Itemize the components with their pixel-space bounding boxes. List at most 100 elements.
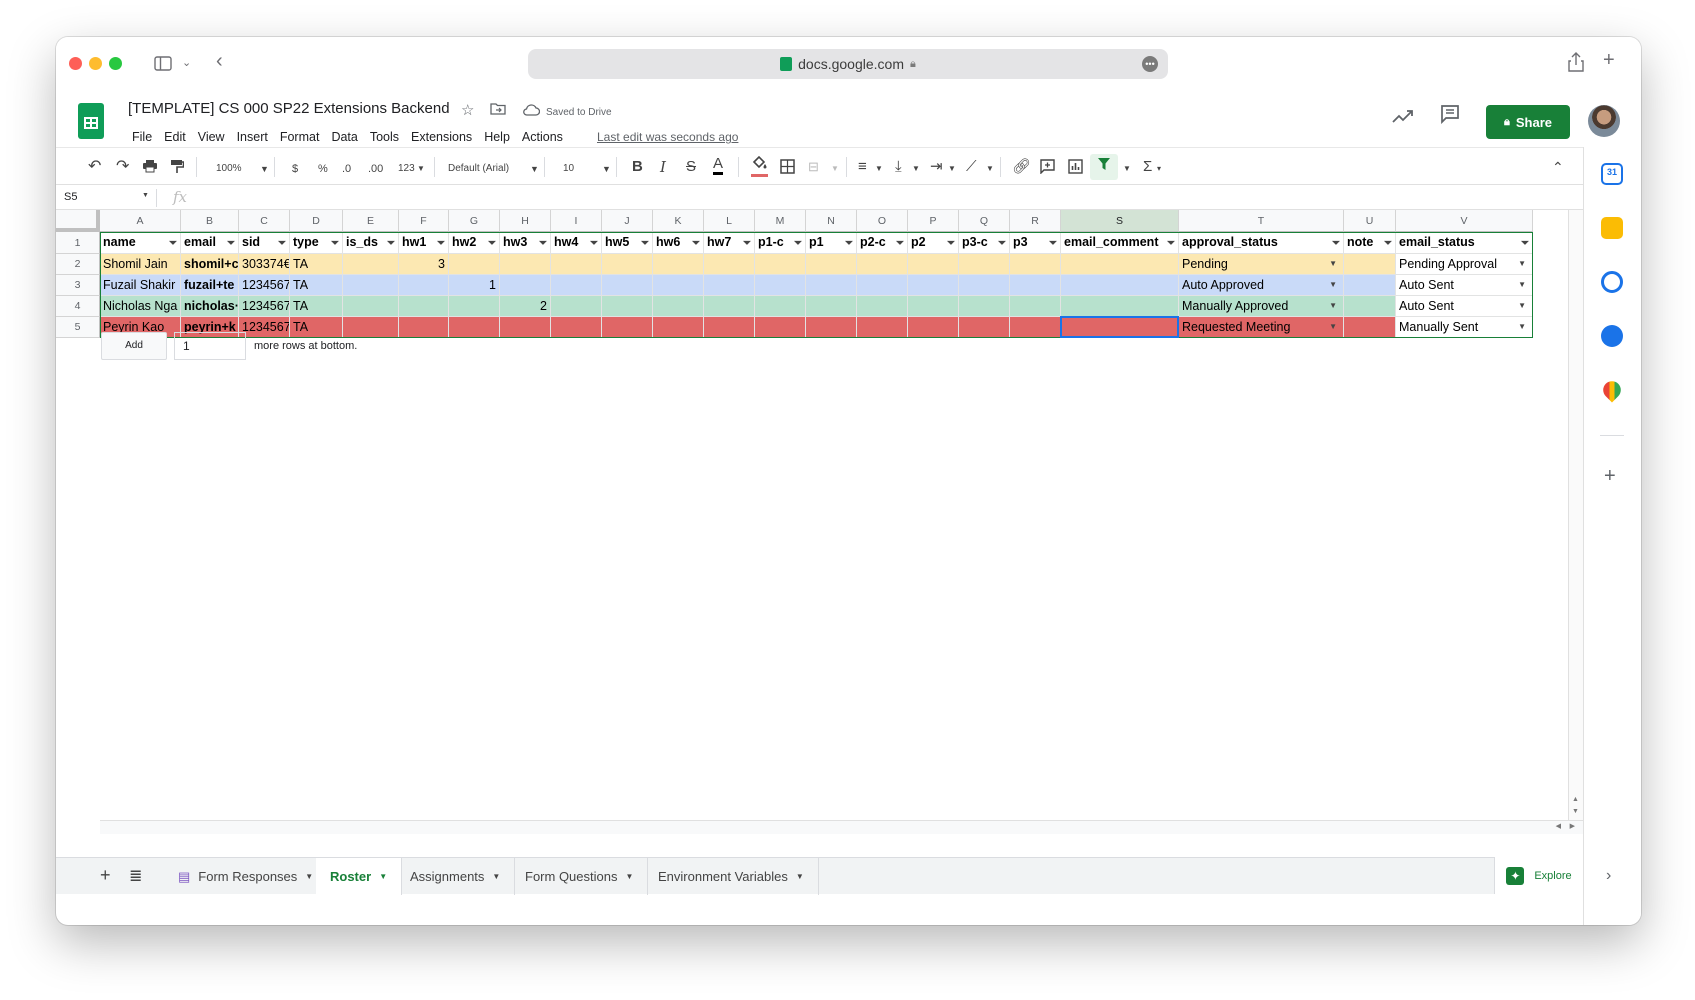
- cell-q4[interactable]: [959, 296, 1010, 317]
- menu-actions[interactable]: Actions: [516, 130, 569, 144]
- filter-icon[interactable]: ⏷: [169, 234, 177, 253]
- cell-p4[interactable]: [908, 296, 959, 317]
- tasks-icon[interactable]: [1601, 271, 1623, 293]
- move-folder-icon[interactable]: [490, 102, 506, 119]
- chevron-down-icon[interactable]: ▼: [831, 161, 839, 177]
- insert-chart-icon[interactable]: [1068, 159, 1083, 178]
- cell-i3[interactable]: [551, 275, 602, 296]
- fill-color-icon[interactable]: [751, 155, 768, 177]
- chevron-down-icon[interactable]: ▼: [530, 161, 539, 177]
- cell-t4[interactable]: Manually Approved ▼: [1179, 296, 1344, 317]
- chevron-down-icon[interactable]: ▼: [912, 161, 920, 177]
- header-cell-email-status[interactable]: email_status ⏷: [1396, 232, 1533, 254]
- header-cell-note[interactable]: note ⏷: [1344, 232, 1396, 254]
- cell-n5[interactable]: [806, 317, 857, 338]
- column-header-i[interactable]: I: [551, 210, 602, 232]
- horizontal-align-icon[interactable]: ≡: [858, 159, 867, 175]
- header-cell-email-comment[interactable]: email_comment ⏷: [1061, 232, 1179, 254]
- menu-data[interactable]: Data: [325, 130, 363, 144]
- filter-icon[interactable]: ⏷: [590, 234, 598, 253]
- cell-l5[interactable]: [704, 317, 755, 338]
- chevron-down-icon[interactable]: ▼: [1518, 254, 1526, 274]
- expand-panel-icon[interactable]: ›: [1606, 867, 1611, 885]
- column-header-f[interactable]: F: [399, 210, 449, 232]
- column-header-c[interactable]: C: [239, 210, 290, 232]
- chevron-down-icon[interactable]: ▼: [260, 161, 269, 177]
- explore-button[interactable]: ✦ Explore: [1494, 857, 1583, 894]
- zoom-select[interactable]: 100%: [216, 161, 242, 177]
- insert-link-icon[interactable]: 🔗︎: [1012, 159, 1031, 175]
- currency-format-button[interactable]: $: [292, 161, 298, 177]
- cell-s2[interactable]: [1061, 254, 1179, 275]
- chevron-down-icon[interactable]: ▾: [1157, 161, 1161, 177]
- insert-comment-icon[interactable]: [1040, 159, 1055, 178]
- filter-icon[interactable]: ⏷: [1332, 234, 1340, 253]
- chevron-down-icon[interactable]: ▼: [1329, 275, 1337, 295]
- cell-h2[interactable]: [500, 254, 551, 275]
- header-cell-email[interactable]: email ⏷: [181, 232, 239, 254]
- header-cell-p1-c[interactable]: p1-c ⏷: [755, 232, 806, 254]
- text-color-icon[interactable]: A: [713, 156, 724, 175]
- chevron-down-icon[interactable]: ▼: [875, 161, 883, 177]
- chevron-down-icon[interactable]: ▼: [796, 872, 804, 881]
- select-all-corner[interactable]: [56, 210, 100, 232]
- chevron-down-icon[interactable]: ▼: [142, 192, 149, 199]
- extension-icon[interactable]: •••: [1142, 56, 1158, 72]
- sheet-tab-form-responses[interactable]: ▤ Form Responses ▼: [164, 858, 329, 895]
- column-header-j[interactable]: J: [602, 210, 653, 232]
- italic-icon[interactable]: I: [660, 159, 666, 175]
- cell-c4[interactable]: 1234567: [239, 296, 290, 317]
- menu-view[interactable]: View: [192, 130, 231, 144]
- filter-icon[interactable]: ⏷: [641, 234, 649, 253]
- cell-l2[interactable]: [704, 254, 755, 275]
- strikethrough-icon[interactable]: S: [686, 159, 696, 175]
- cell-b4[interactable]: nicholas·: [181, 296, 239, 317]
- header-cell-hw3[interactable]: hw3 ⏷: [500, 232, 551, 254]
- cell-d2[interactable]: TA: [290, 254, 343, 275]
- header-cell-p3-c[interactable]: p3-c ⏷: [959, 232, 1010, 254]
- cell-a2[interactable]: Shomil Jain: [100, 254, 181, 275]
- address-bar[interactable]: docs.google.com 🔒︎ •••: [528, 49, 1168, 79]
- cell-r2[interactable]: [1010, 254, 1061, 275]
- header-cell-p1[interactable]: p1 ⏷: [806, 232, 857, 254]
- header-cell-p2[interactable]: p2 ⏷: [908, 232, 959, 254]
- bold-icon[interactable]: B: [632, 159, 643, 175]
- cell-j2[interactable]: [602, 254, 653, 275]
- cell-i2[interactable]: [551, 254, 602, 275]
- cell-q2[interactable]: [959, 254, 1010, 275]
- cell-u2[interactable]: [1344, 254, 1396, 275]
- chevron-down-icon[interactable]: ▼: [986, 161, 994, 177]
- cell-e5[interactable]: [343, 317, 399, 338]
- add-sheet-icon[interactable]: +: [100, 865, 111, 886]
- cell-k2[interactable]: [653, 254, 704, 275]
- cell-u3[interactable]: [1344, 275, 1396, 296]
- avatar[interactable]: [1588, 105, 1620, 137]
- filter-icon[interactable]: ⏷: [896, 234, 904, 253]
- last-edit-link[interactable]: Last edit was seconds ago: [597, 130, 738, 144]
- header-cell-p3[interactable]: p3 ⏷: [1010, 232, 1061, 254]
- header-cell-sid[interactable]: sid ⏷: [239, 232, 290, 254]
- decrease-decimal-button[interactable]: .0: [342, 161, 351, 177]
- text-wrapping-icon[interactable]: ⇥: [930, 159, 943, 175]
- row-header-2[interactable]: 2: [56, 254, 100, 275]
- cell-q5[interactable]: [959, 317, 1010, 338]
- chevron-down-icon[interactable]: ▼: [1329, 317, 1337, 337]
- cell-r5[interactable]: [1010, 317, 1061, 338]
- cell-d3[interactable]: TA: [290, 275, 343, 296]
- calendar-icon[interactable]: 31: [1601, 163, 1623, 185]
- cell-d5[interactable]: TA: [290, 317, 343, 338]
- column-header-e[interactable]: E: [343, 210, 399, 232]
- borders-icon[interactable]: [780, 159, 795, 178]
- header-cell-hw6[interactable]: hw6 ⏷: [653, 232, 704, 254]
- column-header-a[interactable]: A: [100, 210, 181, 232]
- contacts-icon[interactable]: [1601, 325, 1623, 347]
- header-cell-hw1[interactable]: hw1 ⏷: [399, 232, 449, 254]
- scroll-down-icon[interactable]: ▼: [1572, 808, 1579, 815]
- font-size-select[interactable]: 10: [563, 161, 574, 177]
- filter-icon[interactable]: ⏷: [488, 234, 496, 253]
- sheet-tab-assignments[interactable]: Assignments ▼: [396, 858, 516, 895]
- cell-g3[interactable]: 1: [449, 275, 500, 296]
- header-cell-hw4[interactable]: hw4 ⏷: [551, 232, 602, 254]
- zoom-window-button[interactable]: [109, 57, 122, 70]
- menu-format[interactable]: Format: [274, 130, 326, 144]
